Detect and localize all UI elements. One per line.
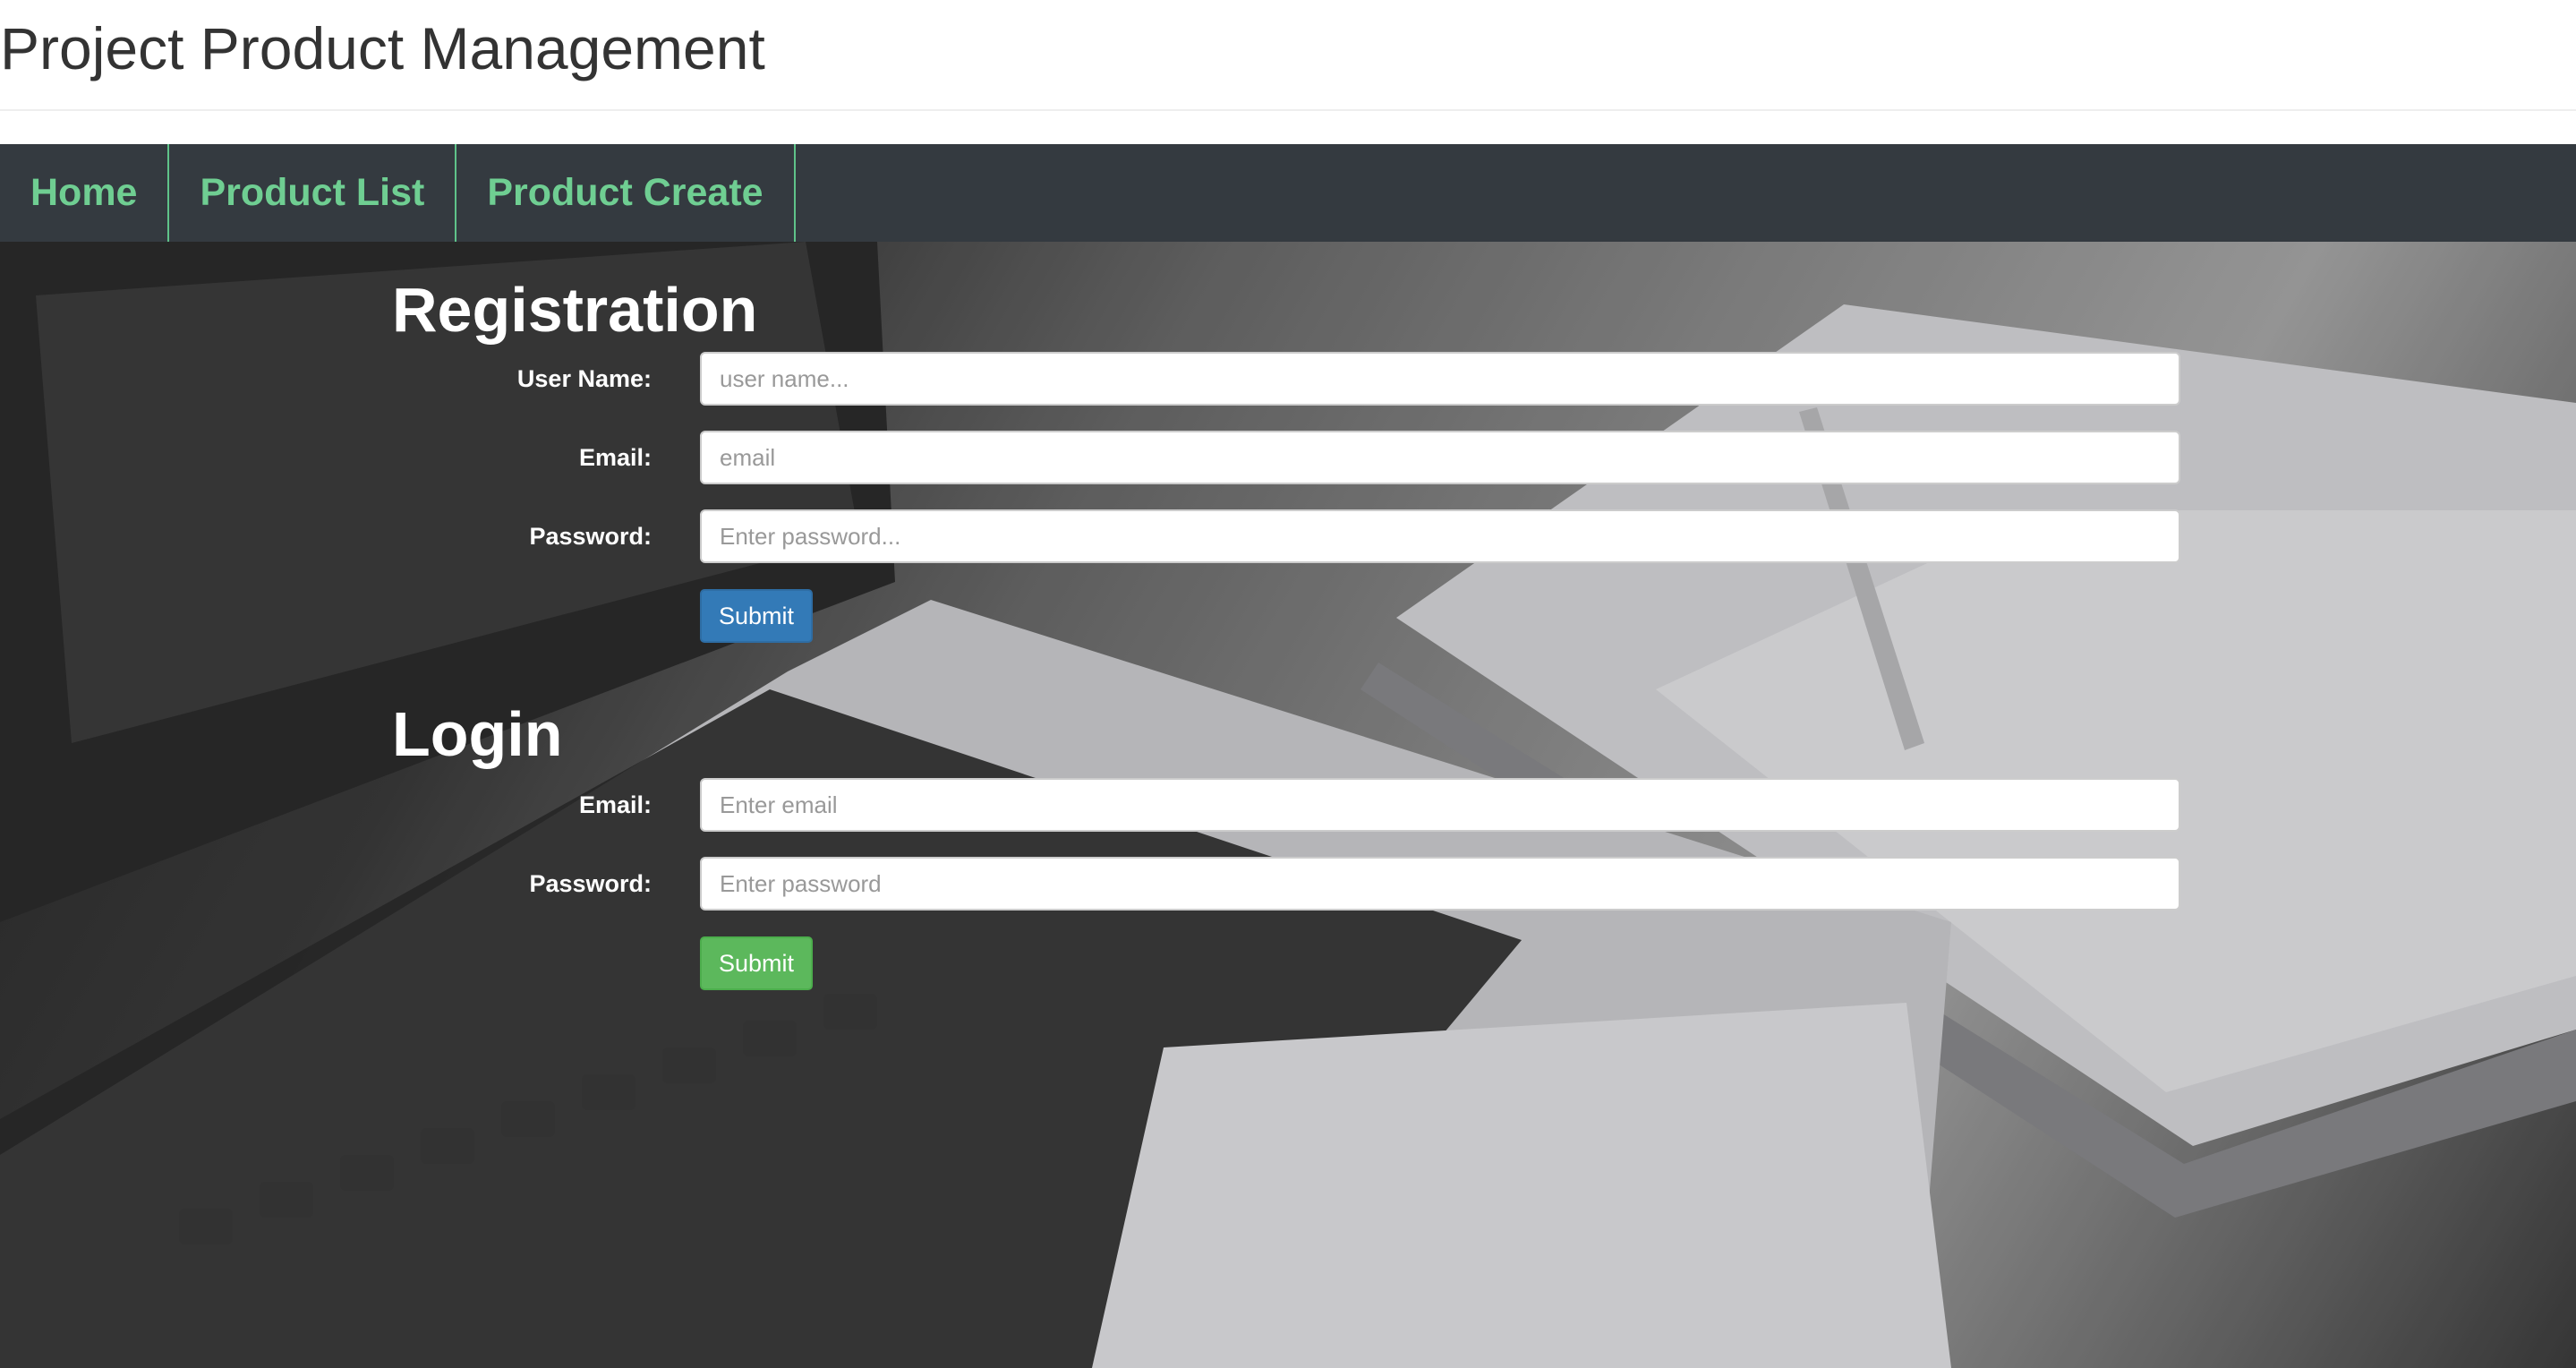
login-email-input[interactable] [700, 778, 2180, 832]
registration-username-input[interactable] [700, 352, 2180, 406]
login-email-label: Email: [578, 791, 652, 818]
page-title: Project Product Management [0, 15, 765, 81]
navbar: Home Product List Product Create [0, 144, 2576, 242]
registration-email-input[interactable] [700, 431, 2180, 484]
login-password-label: Password: [529, 870, 652, 897]
nav-item-home[interactable]: Home [0, 144, 170, 242]
registration-username-label: User Name: [516, 365, 652, 392]
registration-submit-button[interactable]: Submit [700, 589, 813, 643]
registration-password-label: Password: [529, 523, 652, 550]
login-heading: Login [392, 699, 563, 769]
page-header: Project Product Management [0, 0, 2576, 111]
hero-background: Registration User Name: Email: Password:… [0, 242, 2576, 1368]
login-submit-button[interactable]: Submit [700, 936, 813, 990]
registration-heading: Registration [392, 275, 758, 345]
login-password-input[interactable] [700, 857, 2180, 911]
registration-password-input[interactable] [700, 509, 2180, 563]
nav-item-product-create[interactable]: Product Create [456, 144, 796, 242]
registration-email-label: Email: [578, 444, 652, 471]
nav-item-product-list[interactable]: Product List [169, 144, 457, 242]
